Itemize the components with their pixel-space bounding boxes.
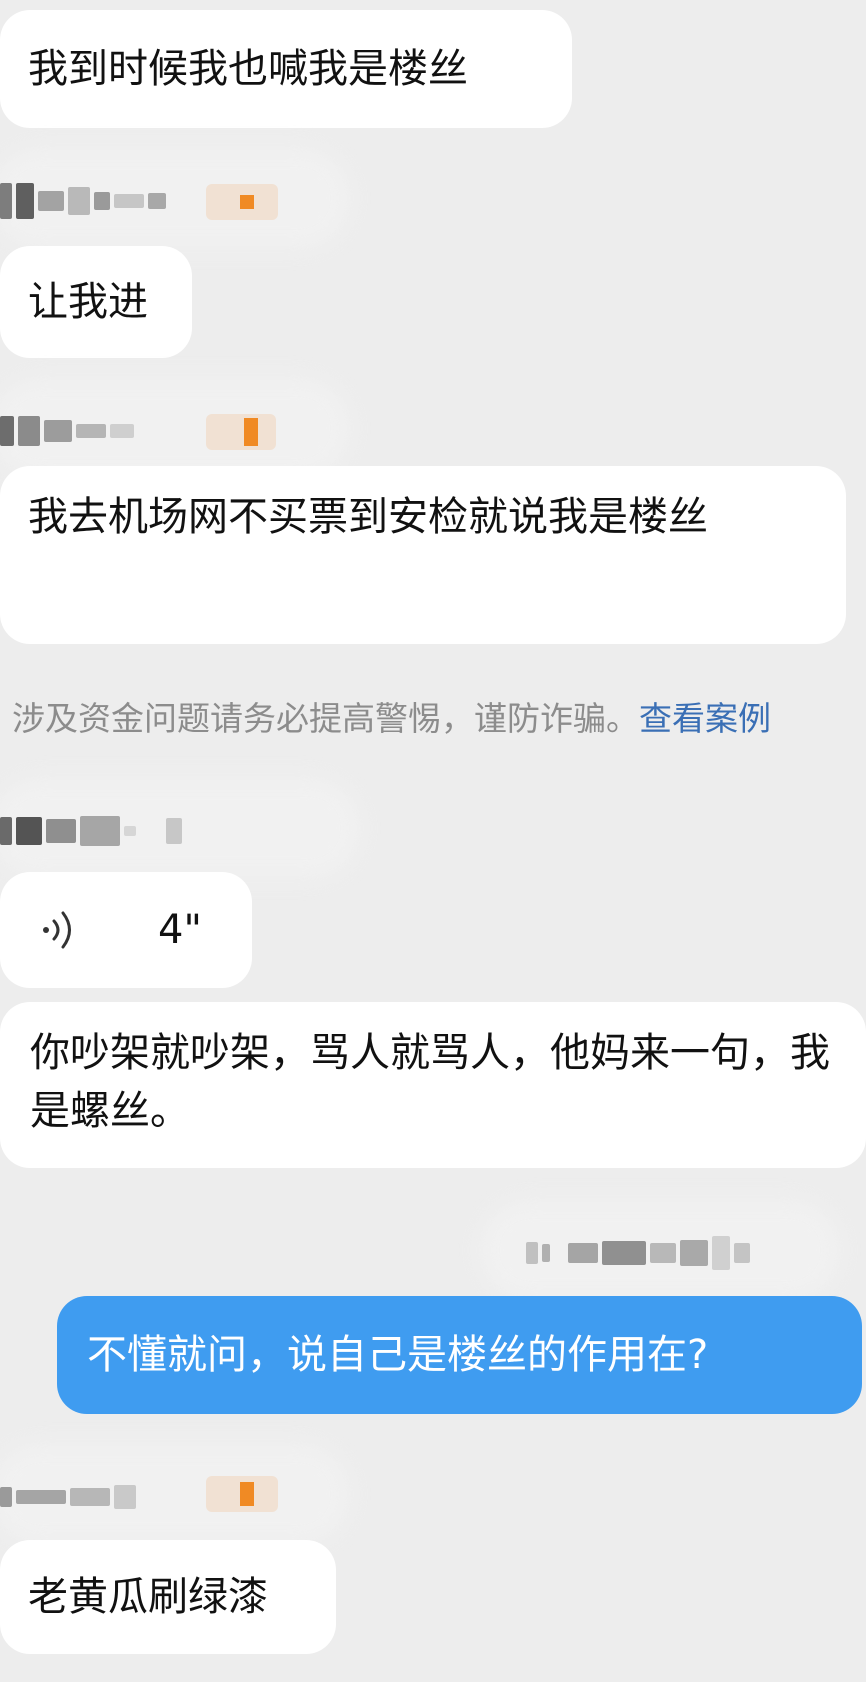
view-cases-link[interactable]: 查看案例	[639, 699, 771, 738]
message-text: 你吵架就吵架，骂人就骂人，他妈来一句，我是螺丝。	[30, 1030, 830, 1134]
voice-message-bubble[interactable]: 4"	[0, 872, 252, 988]
notice-text: 涉及资金问题请务必提高警惕，谨防诈骗。	[12, 699, 639, 738]
pixelated-name	[526, 1233, 750, 1273]
pixelated-name	[0, 811, 182, 851]
message-bubble[interactable]: 我到时候我也喊我是楼丝	[0, 10, 572, 128]
message-text: 我去机场网不买票到安检就说我是楼丝	[28, 494, 708, 540]
sender-name-blurred[interactable]	[0, 148, 360, 248]
pixelated-name	[0, 181, 166, 221]
message-text: 不懂就问，说自己是楼丝的作用在?	[87, 1332, 709, 1378]
message-bubble[interactable]: 我去机场网不买票到安检就说我是楼丝	[0, 466, 846, 644]
sender-name-blurred[interactable]	[0, 1444, 360, 1544]
pixelated-name	[0, 411, 134, 451]
tag-dot	[240, 1482, 254, 1506]
chat-view: 我到时候我也喊我是楼丝 让我进 我去机场网不买票到安检就说我是楼丝 涉及资金问题…	[0, 0, 866, 1682]
message-bubble[interactable]: 让我进	[0, 246, 192, 358]
sender-name-blurred[interactable]	[0, 378, 360, 478]
member-tag	[206, 1476, 278, 1512]
own-name-blurred	[480, 1200, 850, 1300]
message-text: 老黄瓜刷绿漆	[28, 1574, 268, 1620]
message-bubble[interactable]: 老黄瓜刷绿漆	[0, 1540, 336, 1654]
voice-duration: 4"	[158, 907, 202, 953]
tag-dot	[240, 195, 254, 209]
security-notice: 涉及资金问题请务必提高警惕，谨防诈骗。查看案例	[12, 692, 771, 740]
voice-wave-icon	[43, 911, 71, 949]
member-tag	[206, 184, 278, 220]
message-bubble[interactable]: 你吵架就吵架，骂人就骂人，他妈来一句，我是螺丝。	[0, 1002, 866, 1168]
message-text: 让我进	[28, 279, 148, 325]
message-text: 我到时候我也喊我是楼丝	[28, 46, 468, 92]
member-tag	[206, 414, 276, 450]
sender-name-blurred[interactable]	[0, 778, 360, 878]
tag-dot	[244, 418, 258, 446]
outgoing-message-bubble[interactable]: 不懂就问，说自己是楼丝的作用在?	[57, 1296, 862, 1414]
pixelated-name	[0, 1477, 136, 1517]
